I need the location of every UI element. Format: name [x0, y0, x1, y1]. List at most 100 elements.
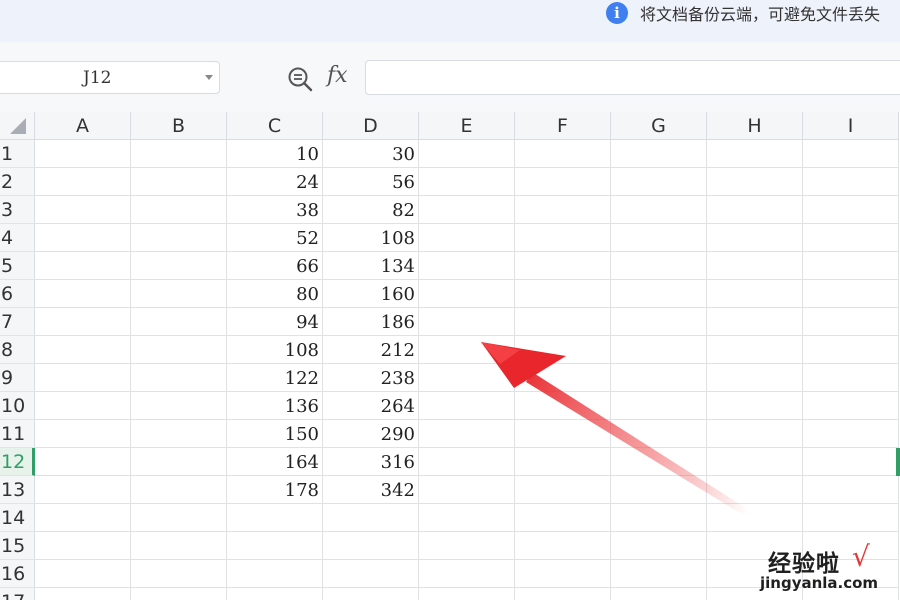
cell-f9[interactable] — [515, 364, 611, 392]
row-header-10[interactable]: 10 — [0, 392, 35, 420]
cell-h12[interactable] — [707, 448, 803, 476]
cell-a7[interactable] — [35, 308, 131, 336]
cell-a3[interactable] — [35, 196, 131, 224]
cell-f8[interactable] — [515, 336, 611, 364]
cell-a15[interactable] — [35, 532, 131, 560]
row-header-7[interactable]: 7 — [0, 308, 35, 336]
cell-f1[interactable] — [515, 140, 611, 168]
cell-e3[interactable] — [419, 196, 515, 224]
cell-h14[interactable] — [707, 504, 803, 532]
column-header-g[interactable]: G — [611, 112, 707, 140]
cell-c10[interactable]: 136 — [227, 392, 323, 420]
cell-d4[interactable]: 108 — [323, 224, 419, 252]
cell-i13[interactable] — [803, 476, 899, 504]
spreadsheet-grid[interactable]: A B C D E F G H I 1 10 30 2 24 56 3 38 82 4 52 108 5 66 134 6 80 1… — [0, 112, 900, 600]
cell-b11[interactable] — [131, 420, 227, 448]
cell-d15[interactable] — [323, 532, 419, 560]
cell-c15[interactable] — [227, 532, 323, 560]
cell-g12[interactable] — [611, 448, 707, 476]
cell-b1[interactable] — [131, 140, 227, 168]
cell-h11[interactable] — [707, 420, 803, 448]
column-header-f[interactable]: F — [515, 112, 611, 140]
column-header-b[interactable]: B — [131, 112, 227, 140]
cell-h9[interactable] — [707, 364, 803, 392]
cell-i4[interactable] — [803, 224, 899, 252]
row-header-6[interactable]: 6 — [0, 280, 35, 308]
cell-i3[interactable] — [803, 196, 899, 224]
cell-d8[interactable]: 212 — [323, 336, 419, 364]
cell-e15[interactable] — [419, 532, 515, 560]
cell-b13[interactable] — [131, 476, 227, 504]
row-header-14[interactable]: 14 — [0, 504, 35, 532]
cell-g10[interactable] — [611, 392, 707, 420]
cell-c12[interactable]: 164 — [227, 448, 323, 476]
cell-b14[interactable] — [131, 504, 227, 532]
row-header-5[interactable]: 5 — [0, 252, 35, 280]
cell-f13[interactable] — [515, 476, 611, 504]
formula-input[interactable] — [365, 60, 900, 95]
cell-b15[interactable] — [131, 532, 227, 560]
cell-f6[interactable] — [515, 280, 611, 308]
cell-d11[interactable]: 290 — [323, 420, 419, 448]
cell-g17[interactable] — [611, 588, 707, 600]
cell-d14[interactable] — [323, 504, 419, 532]
cell-e9[interactable] — [419, 364, 515, 392]
cell-f14[interactable] — [515, 504, 611, 532]
cell-c9[interactable]: 122 — [227, 364, 323, 392]
cell-e7[interactable] — [419, 308, 515, 336]
cell-e11[interactable] — [419, 420, 515, 448]
cell-e16[interactable] — [419, 560, 515, 588]
row-header-12[interactable]: 12 — [0, 448, 35, 476]
row-header-2[interactable]: 2 — [0, 168, 35, 196]
cell-i6[interactable] — [803, 280, 899, 308]
backup-notice[interactable]: i 将文档备份云端，可避免文件丢失 — [606, 0, 880, 26]
cell-b3[interactable] — [131, 196, 227, 224]
cell-d6[interactable]: 160 — [323, 280, 419, 308]
select-all-corner[interactable] — [0, 112, 35, 140]
cell-a10[interactable] — [35, 392, 131, 420]
cell-h10[interactable] — [707, 392, 803, 420]
cell-g11[interactable] — [611, 420, 707, 448]
column-header-d[interactable]: D — [323, 112, 419, 140]
column-header-e[interactable]: E — [419, 112, 515, 140]
name-box[interactable]: J12 — [0, 61, 220, 94]
cell-i2[interactable] — [803, 168, 899, 196]
cell-a9[interactable] — [35, 364, 131, 392]
cell-b7[interactable] — [131, 308, 227, 336]
cell-b6[interactable] — [131, 280, 227, 308]
row-header-4[interactable]: 4 — [0, 224, 35, 252]
row-header-17[interactable]: 17 — [0, 588, 35, 600]
cell-d7[interactable]: 186 — [323, 308, 419, 336]
cell-e1[interactable] — [419, 140, 515, 168]
cell-i11[interactable] — [803, 420, 899, 448]
cell-d9[interactable]: 238 — [323, 364, 419, 392]
cell-i12[interactable] — [803, 448, 899, 476]
cell-a16[interactable] — [35, 560, 131, 588]
cell-g13[interactable] — [611, 476, 707, 504]
cell-f16[interactable] — [515, 560, 611, 588]
cell-f12[interactable] — [515, 448, 611, 476]
cell-b2[interactable] — [131, 168, 227, 196]
cell-e8[interactable] — [419, 336, 515, 364]
cell-b5[interactable] — [131, 252, 227, 280]
cell-a6[interactable] — [35, 280, 131, 308]
cell-h4[interactable] — [707, 224, 803, 252]
cell-g5[interactable] — [611, 252, 707, 280]
cell-b9[interactable] — [131, 364, 227, 392]
row-header-1[interactable]: 1 — [0, 140, 35, 168]
cell-e12[interactable] — [419, 448, 515, 476]
row-header-9[interactable]: 9 — [0, 364, 35, 392]
cell-g8[interactable] — [611, 336, 707, 364]
cell-d13[interactable]: 342 — [323, 476, 419, 504]
cell-g9[interactable] — [611, 364, 707, 392]
cell-h3[interactable] — [707, 196, 803, 224]
cell-h2[interactable] — [707, 168, 803, 196]
cell-c17[interactable] — [227, 588, 323, 600]
cell-e17[interactable] — [419, 588, 515, 600]
cell-f4[interactable] — [515, 224, 611, 252]
cell-c7[interactable]: 94 — [227, 308, 323, 336]
cell-g4[interactable] — [611, 224, 707, 252]
cell-a17[interactable] — [35, 588, 131, 600]
cell-b17[interactable] — [131, 588, 227, 600]
cell-f15[interactable] — [515, 532, 611, 560]
